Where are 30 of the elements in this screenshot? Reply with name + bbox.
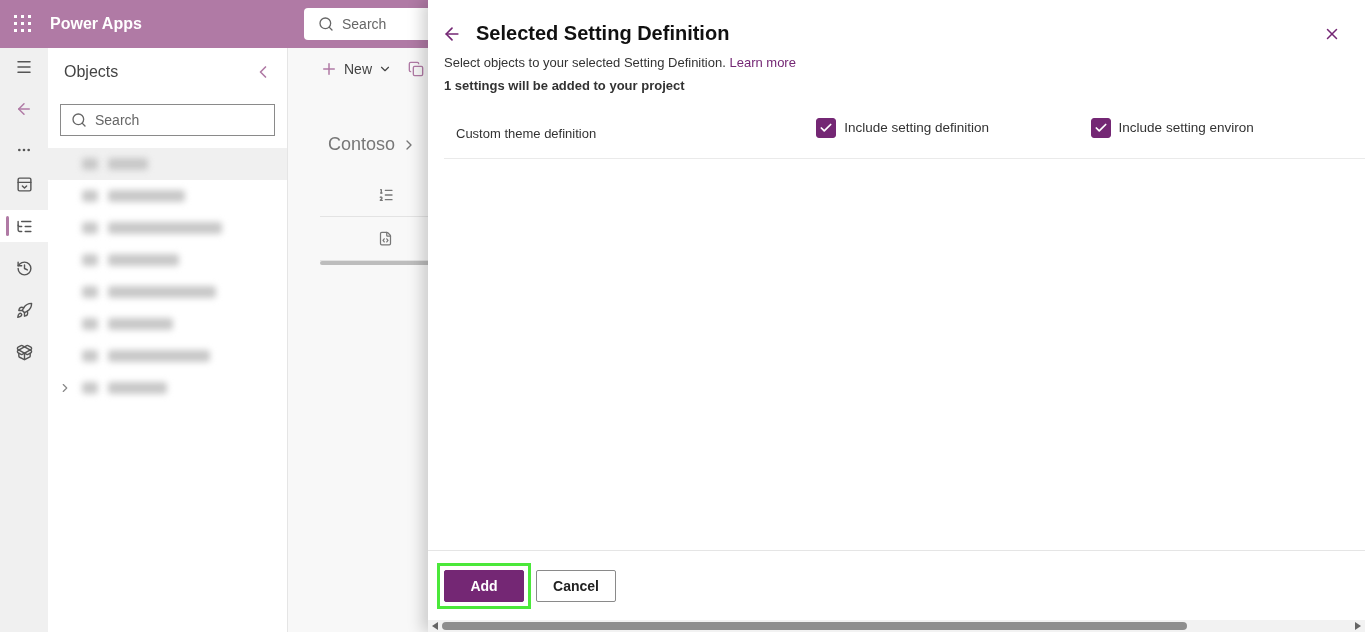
checkbox-option[interactable]: Include setting environ: [1090, 117, 1365, 144]
package-icon: [15, 343, 33, 361]
search-field[interactable]: Search: [60, 104, 275, 136]
scroll-right-icon[interactable]: [1355, 622, 1361, 630]
new-button[interactable]: New: [320, 60, 392, 78]
menu-icon[interactable]: [15, 58, 33, 76]
description-text: Select objects to your selected Setting Definition. Learn more: [443, 54, 797, 70]
app-title: Power Apps: [50, 15, 143, 33]
summary-text: 1 settings will be added to your project: [443, 77, 686, 93]
scroll-left-icon[interactable]: [432, 622, 438, 630]
history-icon: [15, 259, 33, 277]
cancel-button[interactable]: Cancel: [536, 569, 616, 602]
copy-icon[interactable]: [408, 61, 424, 77]
checkbox-option[interactable]: Include setting definition: [816, 117, 1091, 144]
rocket-icon: [15, 301, 33, 319]
panel-title: Objects: [64, 63, 119, 81]
setting-name: Custom theme definition: [456, 125, 598, 141]
file-icon: [378, 231, 393, 246]
learn-more-link[interactable]: Learn more: [729, 55, 796, 70]
horizontal-scrollbar[interactable]: [428, 620, 1365, 632]
page-icon: [15, 175, 33, 193]
panel-title: Selected Setting Definition: [476, 22, 731, 45]
search-icon: [71, 112, 87, 128]
rail-button[interactable]: [0, 210, 48, 242]
list-icon: [378, 186, 394, 203]
add-button[interactable]: Add: [444, 569, 524, 602]
breadcrumb-link[interactable]: Contoso: [328, 134, 396, 155]
plus-icon: [320, 60, 338, 78]
app-launcher-icon[interactable]: [14, 15, 32, 33]
search-icon: [318, 16, 334, 32]
